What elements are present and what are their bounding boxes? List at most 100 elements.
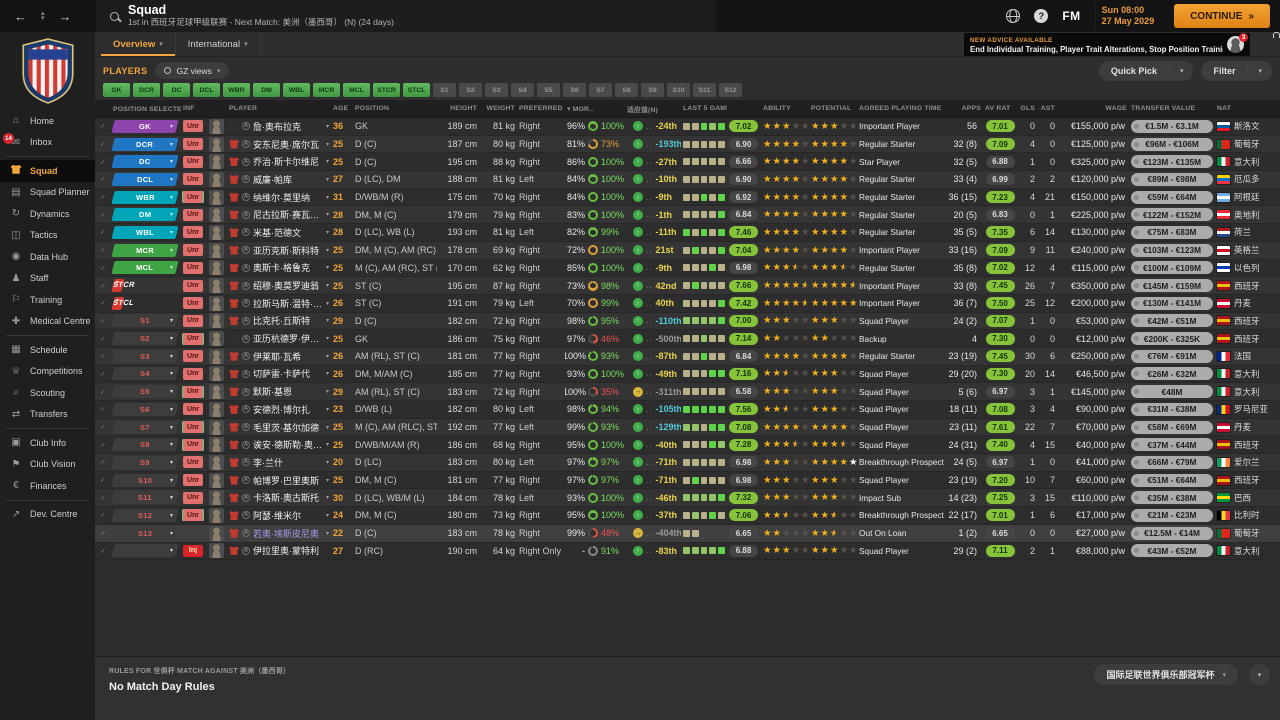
table-row[interactable]: ✓ ▾ Inj A 伊拉里奥·蒙特利 27 D (RC) 190 cm 64 kg Right O… <box>95 542 1280 561</box>
row-checkbox[interactable]: ✓ <box>95 511 111 519</box>
player-name[interactable]: 伊莱耶·瓦希 <box>253 350 301 363</box>
row-checkbox[interactable]: ✓ <box>95 423 111 431</box>
sidebar-item-training[interactable]: ⚐ Training <box>0 289 95 311</box>
sidebar-item-scouting[interactable]: ⌕ Scouting <box>0 382 95 404</box>
info-badge[interactable]: Unr <box>183 244 203 257</box>
table-row[interactable]: ✓ MCR ▾ Unr A 亚历克斯·斯科特 ▾ 25 DM, M (C), AM (RC) 17… <box>95 241 1280 260</box>
transfer-value-pill[interactable]: €96M - €106M <box>1131 137 1213 151</box>
position-pill[interactable]: MCR ▾ <box>111 243 179 257</box>
row-checkbox[interactable]: ✓ <box>95 441 111 449</box>
row-checkbox[interactable]: ✓ <box>95 458 111 466</box>
sidebar-item-squad[interactable]: Squad <box>0 160 95 182</box>
player-dropdown-icon[interactable]: ▾ <box>326 264 329 271</box>
position-filter-stcr[interactable]: STCR <box>373 83 400 97</box>
player-name[interactable]: 伊拉里奥·蒙特利 <box>253 544 319 557</box>
player-dropdown-icon[interactable]: ▾ <box>326 441 329 448</box>
position-pill[interactable]: S7 ▾ <box>111 420 179 434</box>
row-checkbox[interactable]: ✓ <box>95 122 111 130</box>
transfer-value-pill[interactable]: €35M - €38M <box>1131 491 1213 505</box>
position-pill[interactable]: S5 ▾ <box>111 385 179 399</box>
player-dropdown-icon[interactable]: ▾ <box>326 459 329 466</box>
transfer-value-pill[interactable]: €130M - €141M <box>1131 296 1213 310</box>
column-header[interactable]: LAST 5 GAMES <box>681 105 727 112</box>
player-dropdown-icon[interactable]: ▾ <box>326 477 329 484</box>
position-pill[interactable]: DCR ▾ <box>111 137 179 151</box>
table-row[interactable]: ✓ DCR ▾ Unr A 安东尼奥·席尔瓦 ▾ 25 D (C) 187 cm 80 kg Righ… <box>95 135 1280 154</box>
row-checkbox[interactable]: ✓ <box>95 175 111 183</box>
history-spinner-icon[interactable]: ▴ ▾ <box>41 10 45 22</box>
sidebar-item-schedule[interactable]: ▦ Schedule <box>0 339 95 361</box>
views-dropdown[interactable]: GZ views ▾ <box>155 62 230 79</box>
player-dropdown-icon[interactable]: ▾ <box>326 123 329 130</box>
position-pill[interactable]: DM ▾ <box>111 208 179 222</box>
column-header[interactable]: AGE <box>331 105 353 112</box>
transfer-value-pill[interactable]: €76M - €91M <box>1131 349 1213 363</box>
table-row[interactable]: ✓S8▾ Unr A诶安·德斯勒·奥切斯·贝斯科▾ 25 D/WB/M/AM (R) 18… <box>95 436 1280 455</box>
player-name[interactable]: 乔治·斯卡尔维尼 <box>253 155 319 168</box>
sidebar-item-tactics[interactable]: ◫ Tactics <box>0 225 95 247</box>
column-header[interactable]: WEIGHT <box>479 105 517 112</box>
row-checkbox[interactable]: ✓ <box>95 140 111 148</box>
position-filter-dc[interactable]: DC <box>163 83 190 97</box>
table-row[interactable]: ✓MCL▾ Unr A奥斯卡·格鲁克 ▾ 25 M (C), AM (RC), ST (C… <box>95 259 1280 278</box>
row-checkbox[interactable]: ✓ <box>95 246 111 254</box>
info-badge[interactable]: Unr <box>183 438 203 451</box>
position-filter-stcl[interactable]: STCL <box>403 83 430 97</box>
position-pill[interactable]: S1 ▾ <box>111 314 179 328</box>
player-name[interactable]: 绍穆·奥莫罗迪翁 <box>253 279 319 292</box>
player-dropdown-icon[interactable]: ▾ <box>326 176 329 183</box>
transfer-value-pill[interactable]: €123M - €135M <box>1131 155 1213 169</box>
player-name[interactable]: 亚历杭德罗·伊图尔贝 <box>253 332 323 345</box>
transfer-value-pill[interactable]: €145M - €159M <box>1131 279 1213 293</box>
info-badge[interactable]: Unr <box>183 279 203 292</box>
table-row[interactable]: ✓ S12 ▾ Unr A 阿瑟·维米尔 ▾ 24 DM, M (C) 180 cm 73 kg Ri… <box>95 507 1280 525</box>
transfer-value-pill[interactable]: €1.5M - €3.1M <box>1131 119 1213 133</box>
position-filter-mcr[interactable]: MCR <box>313 83 340 97</box>
column-header[interactable]: HEIGHT <box>437 105 479 112</box>
transfer-value-pill[interactable]: €37M - €44M <box>1131 438 1213 452</box>
row-checkbox[interactable]: ✓ <box>95 529 111 537</box>
player-dropdown-icon[interactable]: ▾ <box>326 494 329 501</box>
player-dropdown-icon[interactable]: ▾ <box>326 353 329 360</box>
column-header[interactable]: AGREED PLAYING TIME <box>857 105 947 112</box>
table-row[interactable]: ✓ S3 ▾ Unr A 伊莱耶·瓦希 ▾ 26 AM (RL), ST (C) 181 cm 77… <box>95 347 1280 366</box>
player-name[interactable]: 阿瑟·维米尔 <box>253 509 301 522</box>
sidebar-item-club-info[interactable]: ▣ Club Info <box>0 432 95 454</box>
player-name[interactable]: 卡洛斯·奥古斯托 <box>253 491 319 504</box>
row-checkbox[interactable]: ✓ <box>95 211 111 219</box>
table-row[interactable]: ✓ STCR ▾ Unr A 绍穆·奥莫罗迪翁 ▾ 25 ST (C) 195 cm 87 kg Ri… <box>95 277 1280 295</box>
transfer-value-pill[interactable]: €31M - €38M <box>1131 402 1213 416</box>
info-badge[interactable]: Unr <box>183 155 203 168</box>
position-filter-wbl[interactable]: WBL <box>283 83 310 97</box>
transfer-value-pill[interactable]: €26M - €32M <box>1131 367 1213 381</box>
player-dropdown-icon[interactable]: ▾ <box>326 388 329 395</box>
table-row[interactable]: ✓ S10 ▾ Unr A 帕博罗·巴里奥斯 ▾ 25 DM, M (C) 181 cm 77 kg… <box>95 471 1280 490</box>
position-filter-dcr[interactable]: DCR <box>133 83 160 97</box>
column-header[interactable]: 适应值(N) <box>625 104 681 114</box>
column-header[interactable]: INF <box>181 105 207 112</box>
player-name[interactable]: 李·兰什 <box>253 456 283 469</box>
column-header[interactable]: AST <box>1037 105 1057 112</box>
info-badge[interactable]: Unr <box>183 456 203 469</box>
position-pill[interactable]: S3 ▾ <box>111 349 179 363</box>
player-name[interactable]: 诶安·德斯勒·奥切斯·贝斯科 <box>253 438 323 451</box>
tab-international[interactable]: International ▾ <box>176 32 261 56</box>
player-name[interactable]: 詹·奥布拉克 <box>253 120 301 133</box>
row-checkbox[interactable]: ✓ <box>95 476 111 484</box>
position-pill[interactable]: S11 ▾ <box>111 491 179 505</box>
position-filter-s6[interactable]: S6 <box>563 83 586 97</box>
transfer-value-pill[interactable]: €122M - €152M <box>1131 208 1213 222</box>
info-badge[interactable]: Unr <box>183 191 203 204</box>
table-row[interactable]: ✓ S5 ▾ Unr A 默斯·基恩 ▾ 29 AM (RL), ST (C) 183 cm 72 … <box>95 383 1280 401</box>
info-badge[interactable]: Unr <box>183 314 203 327</box>
column-header[interactable]: TRANSFER VALUE <box>1129 105 1215 112</box>
player-name[interactable]: 安东尼奥·席尔瓦 <box>253 138 319 151</box>
position-filter-s10[interactable]: S10 <box>667 83 690 97</box>
table-row[interactable]: ✓ S1 ▾ Unr A 比克托·丘斯特 ▾ 29 D (C) 182 cm 72 kg Right 9… <box>95 312 1280 331</box>
position-pill[interactable]: GK ▾ <box>111 119 179 133</box>
player-dropdown-icon[interactable]: ▾ <box>326 406 329 413</box>
info-badge[interactable]: Unr <box>183 491 203 504</box>
advice-ticker[interactable]: NEW ADVICE AVAILABLE End Individual Trai… <box>964 33 1250 56</box>
position-filter-gk[interactable]: GK <box>103 83 130 97</box>
sidebar-item-home[interactable]: ⌂ Home <box>0 110 95 132</box>
